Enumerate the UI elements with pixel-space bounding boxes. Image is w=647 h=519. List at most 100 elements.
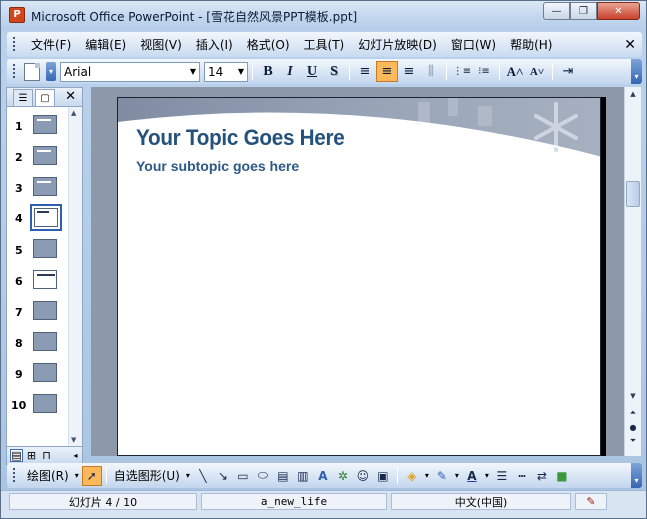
align-right-button[interactable]: ≡ [398, 61, 420, 82]
insert-picture-icon[interactable]: ▣ [373, 466, 393, 486]
scroll-up-arrow-icon[interactable]: ▲ [625, 87, 641, 101]
menu-file[interactable]: 文件(F) [24, 36, 78, 53]
scroll-left-arrow-icon[interactable]: ◂ [69, 449, 82, 462]
shadow-style-icon[interactable]: ■ [552, 466, 572, 486]
normal-view-icon[interactable]: ▤ [10, 449, 23, 462]
scrollbar-thumb[interactable] [626, 181, 640, 207]
slide-thumbnail-row[interactable]: 5 [7, 236, 69, 264]
bullet-list-button[interactable]: ⁝≡ [473, 61, 495, 82]
increase-font-button[interactable]: A˄ [504, 61, 526, 82]
menu-help[interactable]: 帮助(H) [503, 36, 559, 53]
slide-thumbnail-row[interactable]: 7 [7, 298, 69, 326]
dash-style-icon[interactable]: ┅ [512, 466, 532, 486]
clip-art-icon[interactable]: ☺ [353, 466, 373, 486]
scroll-up-arrow-icon[interactable]: ▲ [71, 109, 76, 117]
scroll-down-arrow-icon[interactable]: ▼ [71, 436, 76, 444]
slide-subtitle[interactable]: Your subtopic goes here [136, 158, 299, 174]
slide-thumbnail-row[interactable]: 1 [7, 112, 69, 140]
line-color-icon[interactable]: ✎ [432, 466, 452, 486]
close-panel-icon[interactable]: ✕ [65, 89, 76, 104]
slideshow-view-icon[interactable]: ⊓ [40, 449, 53, 462]
menu-view[interactable]: 视图(V) [133, 36, 189, 53]
slide-sorter-view-icon[interactable]: ⊞ [25, 449, 38, 462]
outline-tab-icon[interactable]: ☰ [13, 89, 33, 106]
powerpoint-app-icon[interactable]: P [9, 7, 25, 23]
minimize-button[interactable]: — [543, 2, 570, 20]
rectangle-tool-icon[interactable]: ▭ [233, 466, 253, 486]
text-box-icon[interactable]: ▤ [273, 466, 293, 486]
font-name-select[interactable]: Arial ▼ [60, 61, 200, 82]
slide-thumbnail-row[interactable]: 2 [7, 143, 69, 171]
diagram-icon[interactable]: ✲ [333, 466, 353, 486]
slide-thumbnail[interactable] [33, 363, 57, 382]
slide-canvas[interactable]: Your Topic Goes Here Your subtopic goes … [117, 97, 601, 456]
select-object-icon[interactable]: ● [625, 421, 641, 433]
chevron-down-icon[interactable]: ▾ [482, 471, 492, 480]
slide-thumbnail[interactable] [33, 239, 57, 258]
menu-format[interactable]: 格式(O) [240, 36, 297, 53]
numbered-list-button[interactable]: ⋮≡ [451, 61, 473, 82]
chevron-down-icon[interactable]: ▼ [187, 62, 199, 81]
close-window-button[interactable]: ✕ [597, 2, 640, 20]
fill-color-icon[interactable]: ◈ [402, 466, 422, 486]
restore-button[interactable]: ❐ [570, 2, 597, 20]
font-size-select[interactable]: 14 ▼ [204, 61, 248, 82]
toolbar-options-chevron-icon[interactable]: ▾ [46, 62, 56, 81]
slide-thumbnail-row[interactable]: 3 [7, 174, 69, 202]
draw-menu-button[interactable]: 绘图(R) [24, 467, 72, 484]
scroll-down-arrow-icon[interactable]: ▼ [625, 389, 641, 403]
slide-thumbnail[interactable] [33, 301, 57, 320]
panel-scrollbar[interactable]: ▲ ▼ [68, 107, 82, 446]
slide-thumbnail-row[interactable]: 6 [7, 267, 69, 295]
autoshapes-menu-button[interactable]: 自选图形(U) [111, 467, 183, 484]
arrow-tool-icon[interactable]: ↘ [213, 466, 233, 486]
toolbar-options-chevron-icon[interactable]: ▾ [631, 463, 642, 488]
chevron-down-icon[interactable]: ▼ [235, 62, 247, 81]
slide-thumbnail[interactable] [33, 115, 57, 134]
toolbar-options-chevron-icon[interactable]: ▾ [631, 59, 642, 84]
toolbar-grip-icon[interactable] [12, 467, 16, 484]
slide-thumbnail-row[interactable]: 8 [7, 329, 69, 357]
menu-edit[interactable]: 编辑(E) [78, 36, 133, 53]
slide-thumbnail[interactable] [33, 146, 57, 165]
vertical-text-box-icon[interactable]: ▥ [293, 466, 313, 486]
slide-thumbnail-row[interactable]: 10 [7, 391, 69, 419]
align-center-button[interactable]: ≡ [376, 61, 398, 82]
chevron-down-icon[interactable]: ▾ [452, 471, 462, 480]
slide-thumbnail[interactable] [33, 177, 57, 196]
decrease-font-button[interactable]: A˅ [526, 61, 548, 82]
close-document-icon[interactable]: ✕ [624, 37, 636, 53]
new-document-icon[interactable] [24, 62, 40, 81]
main-vertical-scrollbar[interactable]: ▲ ▼ ⏶ ● ⏷ [624, 87, 641, 456]
slide-thumbnail[interactable] [33, 270, 57, 289]
toolbar-grip-icon[interactable] [12, 36, 16, 53]
italic-button[interactable]: I [279, 61, 301, 82]
toolbar-grip-icon[interactable] [12, 63, 16, 80]
slide-thumbnail[interactable] [33, 332, 57, 351]
text-shadow-button[interactable]: S [323, 61, 345, 82]
align-left-button[interactable]: ≡ [354, 61, 376, 82]
menu-insert[interactable]: 插入(I) [189, 36, 240, 53]
chevron-down-icon[interactable]: ▾ [422, 471, 432, 480]
font-color-icon[interactable]: A [462, 466, 482, 486]
chevron-down-icon[interactable]: ▾ [72, 471, 82, 480]
slide-thumbnail-row-selected[interactable]: 4 [7, 204, 69, 232]
select-pointer-icon[interactable]: ➚ [81, 465, 102, 486]
slide-title[interactable]: Your Topic Goes Here [136, 125, 345, 151]
next-slide-icon[interactable]: ⏷ [625, 435, 641, 447]
line-style-icon[interactable]: ☰ [492, 466, 512, 486]
wordart-icon[interactable]: A [313, 466, 333, 486]
oval-tool-icon[interactable]: ⬭ [253, 466, 273, 486]
slide-thumbnail[interactable] [33, 394, 57, 413]
distribute-button[interactable]: ⫼ [420, 61, 442, 82]
arrow-style-icon[interactable]: ⇄ [532, 466, 552, 486]
chevron-down-icon[interactable]: ▾ [183, 471, 193, 480]
bold-button[interactable]: B [257, 61, 279, 82]
slides-tab-icon[interactable]: ▢ [35, 89, 55, 106]
slide-thumbnail-selected[interactable] [30, 204, 62, 231]
slide-thumbnail-row[interactable]: 9 [7, 360, 69, 388]
underline-button[interactable]: U [301, 61, 323, 82]
line-tool-icon[interactable]: ╲ [193, 466, 213, 486]
menu-window[interactable]: 窗口(W) [444, 36, 503, 53]
menu-slideshow[interactable]: 幻灯片放映(D) [351, 36, 444, 53]
